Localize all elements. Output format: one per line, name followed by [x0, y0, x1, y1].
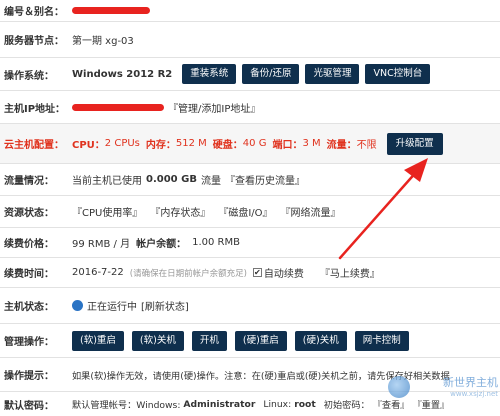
hard-reboot-button[interactable]: (硬)重启	[234, 330, 287, 351]
row-traffic: 流量情况： 当前主机已使用 0.000 GB 流量 『查看历史流量』	[0, 164, 500, 196]
price-label: 续费价格：	[4, 239, 54, 250]
traffic-prefix: 当前主机已使用	[72, 176, 142, 187]
traffic-limit-label: 流量：	[326, 140, 357, 151]
cpu-label: CPU：	[72, 140, 105, 151]
disk-value: 40 G	[242, 138, 267, 149]
disk-label: 硬盘：	[212, 140, 243, 151]
disk-io-link[interactable]: 『磁盘I/O』	[218, 204, 272, 219]
row-renew: 续费时间： 2016-7-22 (请确保在日期前帐户余额充足) ✔ 自动续费 『…	[0, 258, 500, 288]
config-label: 云主机配置：	[4, 140, 64, 151]
row-password: 默认密码： 默认管理帐号：Windows: Administrator Linu…	[0, 392, 500, 416]
upgrade-config-button[interactable]: 升级配置	[386, 132, 443, 155]
traffic-label: 流量情况：	[4, 176, 54, 187]
soft-reboot-button[interactable]: (软)重启	[72, 330, 124, 351]
port-value: 3 M	[302, 138, 321, 149]
renew-now-link[interactable]: 『马上续费』	[320, 265, 380, 280]
balance-value: 1.00 RMB	[192, 237, 240, 248]
view-password-link[interactable]: 『查看』	[373, 397, 410, 411]
reinstall-os-button[interactable]: 重装系统	[182, 64, 237, 84]
watermark-globe-icon	[388, 376, 410, 398]
backup-restore-button[interactable]: 备份/还原	[242, 64, 300, 84]
auto-renew-checkbox[interactable]: ✔	[252, 268, 262, 277]
traffic-amount: 0.000 GB	[146, 174, 197, 185]
watermark-title: 新世界主机	[443, 376, 498, 389]
auto-renew-label: 自动续费	[263, 269, 304, 280]
status-label: 主机状态：	[4, 302, 54, 313]
renew-date: 2016-7-22	[72, 267, 124, 278]
renew-note: (请确保在日期前帐户余额充足)	[129, 268, 247, 279]
refresh-status-link[interactable]: [刷新状态]	[141, 298, 189, 313]
password-prefix: 默认管理帐号：Windows:	[72, 400, 181, 411]
row-config: 云主机配置： CPU： 2 CPUs 内存： 512 M 硬盘： 40 G 端口…	[0, 124, 500, 164]
redacted-ip	[72, 103, 164, 111]
mem-label: 内存：	[145, 140, 176, 151]
row-price: 续费价格： 99 RMB / 月 帐户余额： 1.00 RMB	[0, 228, 500, 258]
node-label: 服务器节点：	[4, 36, 64, 47]
soft-shutdown-button[interactable]: (软)关机	[131, 330, 184, 351]
row-status: 主机状态： 正在运行中 [刷新状态]	[0, 288, 500, 324]
port-label: 端口：	[272, 140, 303, 151]
manage-ip-link[interactable]: 『管理/添加IP地址』	[168, 100, 260, 115]
row-ip: 主机IP地址： 『管理/添加IP地址』	[0, 91, 500, 124]
mem-value: 512 M	[175, 138, 207, 149]
power-on-button[interactable]: 开机	[191, 330, 227, 351]
linux-user: root	[294, 398, 316, 410]
traffic-history-link[interactable]: 『查看历史流量』	[225, 172, 305, 187]
traffic-limit-value: 不限	[356, 140, 377, 151]
reset-password-link[interactable]: 『重置』	[412, 397, 449, 411]
vnc-console-button[interactable]: VNC控制台	[365, 64, 431, 84]
os-label: 操作系统：	[4, 70, 54, 82]
os-value: Windows 2012 R2	[72, 68, 173, 80]
resources-label: 资源状态：	[4, 208, 54, 219]
node-value: 第一期 xg-03	[72, 36, 134, 47]
row-alias: 编号＆别名：	[0, 0, 500, 22]
running-icon	[72, 300, 83, 311]
status-value: 正在运行中	[87, 302, 137, 313]
ip-label: 主机IP地址：	[4, 103, 66, 115]
renew-label: 续费时间：	[4, 269, 54, 280]
traffic-suffix: 流量	[200, 176, 221, 187]
hard-shutdown-button[interactable]: (硬)关机	[294, 330, 347, 351]
row-resources: 资源状态： 『CPU使用率』 『内存状态』 『磁盘I/O』 『网络流量』	[0, 196, 500, 228]
price-value: 99 RMB / 月	[72, 239, 131, 250]
watermark-sub: www.xsjzj.net	[450, 390, 498, 398]
redacted-alias	[72, 7, 150, 14]
tip-label: 操作提示：	[4, 371, 54, 382]
watermark: 新世界主机 www.xsjzj.net	[443, 374, 498, 398]
initial-password-label: 初始密码：	[323, 400, 370, 411]
row-tip: 操作提示： 如果(软)操作无效，请使用(硬)操作。注意：在(硬)重启或(硬)关机…	[0, 358, 500, 392]
windows-user: Administrator	[183, 398, 256, 410]
network-traffic-link[interactable]: 『网络流量』	[281, 204, 341, 219]
memory-status-link[interactable]: 『内存状态』	[150, 204, 210, 219]
cpu-value: 2 CPUs	[104, 138, 140, 149]
row-ops: 管理操作： (软)重启 (软)关机 开机 (硬)重启 (硬)关机 网卡控制	[0, 324, 500, 358]
ops-label: 管理操作：	[4, 337, 54, 348]
row-node: 服务器节点： 第一期 xg-03	[0, 22, 500, 58]
cdrom-manage-button[interactable]: 光驱管理	[305, 64, 360, 84]
alias-label: 编号＆别名：	[4, 7, 64, 18]
linux-label: Linux:	[263, 398, 292, 410]
cpu-usage-link[interactable]: 『CPU使用率』	[72, 204, 142, 219]
balance-label: 帐户余额：	[136, 239, 187, 250]
row-os: 操作系统： Windows 2012 R2 重装系统 备份/还原 光驱管理 VN…	[0, 58, 500, 91]
nic-control-button[interactable]: 网卡控制	[354, 330, 409, 351]
password-label: 默认密码：	[4, 400, 54, 412]
